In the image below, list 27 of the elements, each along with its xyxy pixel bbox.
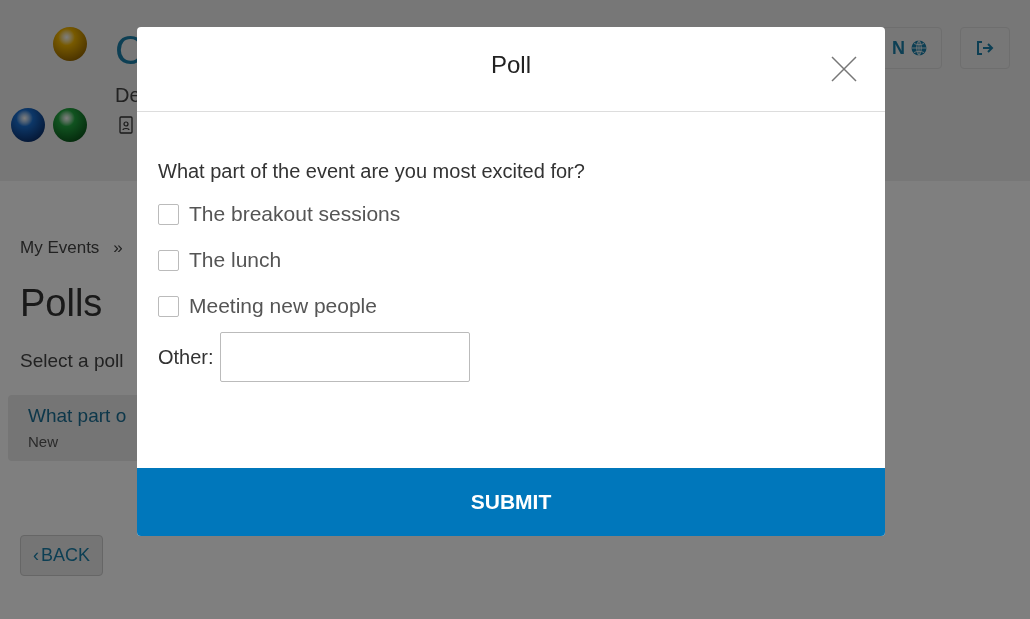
- option-label: The breakout sessions: [189, 201, 401, 228]
- ball-icon: [10, 106, 46, 143]
- globe-icon: [911, 40, 927, 56]
- option-label: Meeting new people: [189, 293, 377, 320]
- other-input-field[interactable]: [219, 332, 470, 382]
- close-icon: [831, 56, 857, 82]
- page-intro: Select a poll: [20, 348, 124, 373]
- badge-icon: [119, 116, 133, 134]
- poll-title: What part o: [28, 404, 127, 428]
- page-title: Polls: [20, 280, 103, 326]
- checkbox[interactable]: [158, 249, 179, 271]
- close-button[interactable]: [831, 56, 857, 82]
- question: What part of the event are you most excited for?: [158, 159, 585, 184]
- submit-button[interactable]: SUBMIT: [137, 468, 885, 536]
- back-button[interactable]: ‹BACK: [20, 535, 104, 576]
- option-label: The lunch: [189, 247, 282, 274]
- dialog-title: Poll: [491, 50, 531, 80]
- ball-icon: [52, 26, 88, 62]
- logout-button[interactable]: [960, 27, 1010, 69]
- breadcrumb-separator: »: [113, 237, 123, 259]
- ball-icon: [52, 106, 88, 143]
- other-label: Other:: [158, 345, 214, 370]
- breadcrumb-link[interactable]: My Events: [20, 235, 100, 261]
- poll-status: New: [28, 431, 58, 452]
- checkbox[interactable]: [158, 295, 179, 317]
- checkbox[interactable]: [158, 203, 179, 225]
- logout-icon: [976, 41, 994, 55]
